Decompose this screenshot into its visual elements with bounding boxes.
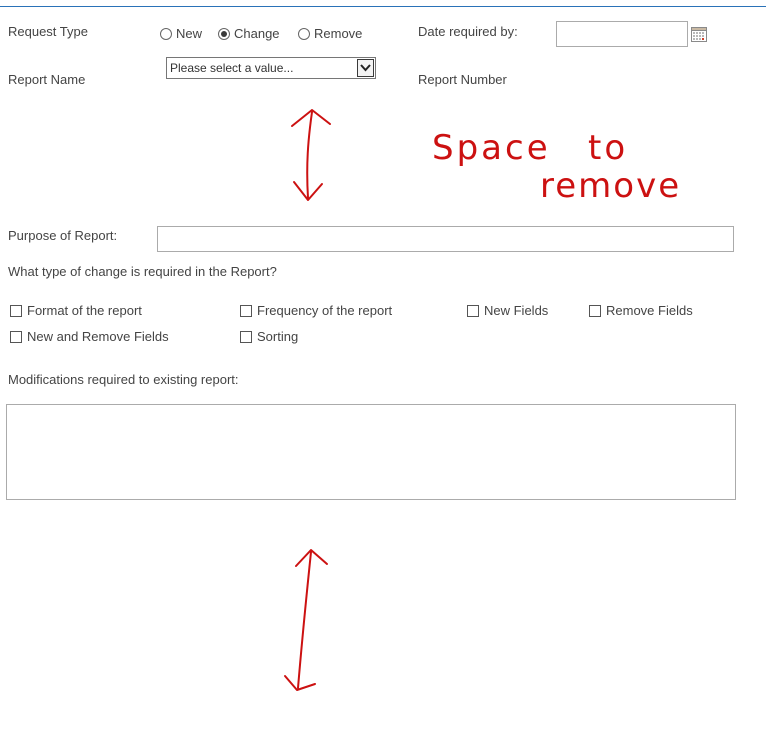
modifications-textarea[interactable] [6,404,736,500]
checkbox-new-and-remove-box[interactable] [10,331,22,343]
modifications-label: Modifications required to existing repor… [8,372,239,387]
upper-arrow-shaft [306,111,313,199]
annotation-word-remove: remove [540,166,682,206]
checkbox-new-fields[interactable]: New Fields [467,303,548,318]
checkbox-remove-fields-box[interactable] [589,305,601,317]
annotation-arrows [284,109,331,691]
checkbox-remove-fields-label: Remove Fields [606,303,693,318]
lower-arrow-shaft [297,551,312,689]
checkbox-frequency-box[interactable] [240,305,252,317]
checkbox-new-and-remove[interactable]: New and Remove Fields [10,329,169,344]
checkbox-new-and-remove-label: New and Remove Fields [27,329,169,344]
checkbox-format-label: Format of the report [27,303,142,318]
checkbox-sorting-label: Sorting [257,329,299,344]
change-type-label: What type of change is required in the R… [8,264,277,279]
checkbox-new-fields-box[interactable] [467,305,479,317]
checkbox-format-box[interactable] [10,305,22,317]
checkbox-sorting-box[interactable] [240,331,252,343]
purpose-label: Purpose of Report: [8,228,118,243]
checkbox-new-fields-label: New Fields [484,303,549,318]
checkbox-frequency-label: Frequency of the report [257,303,393,318]
annotation-word-space: Space [432,128,551,168]
checkbox-frequency[interactable]: Frequency of the report [240,303,392,318]
annotation-word-to: to [588,128,629,168]
checkbox-remove-fields[interactable]: Remove Fields [589,303,693,318]
purpose-input[interactable] [157,226,734,252]
lower-arrow-head-bottom [284,675,316,691]
checkbox-sorting[interactable]: Sorting [240,329,298,344]
checkbox-format[interactable]: Format of the report [10,303,142,318]
